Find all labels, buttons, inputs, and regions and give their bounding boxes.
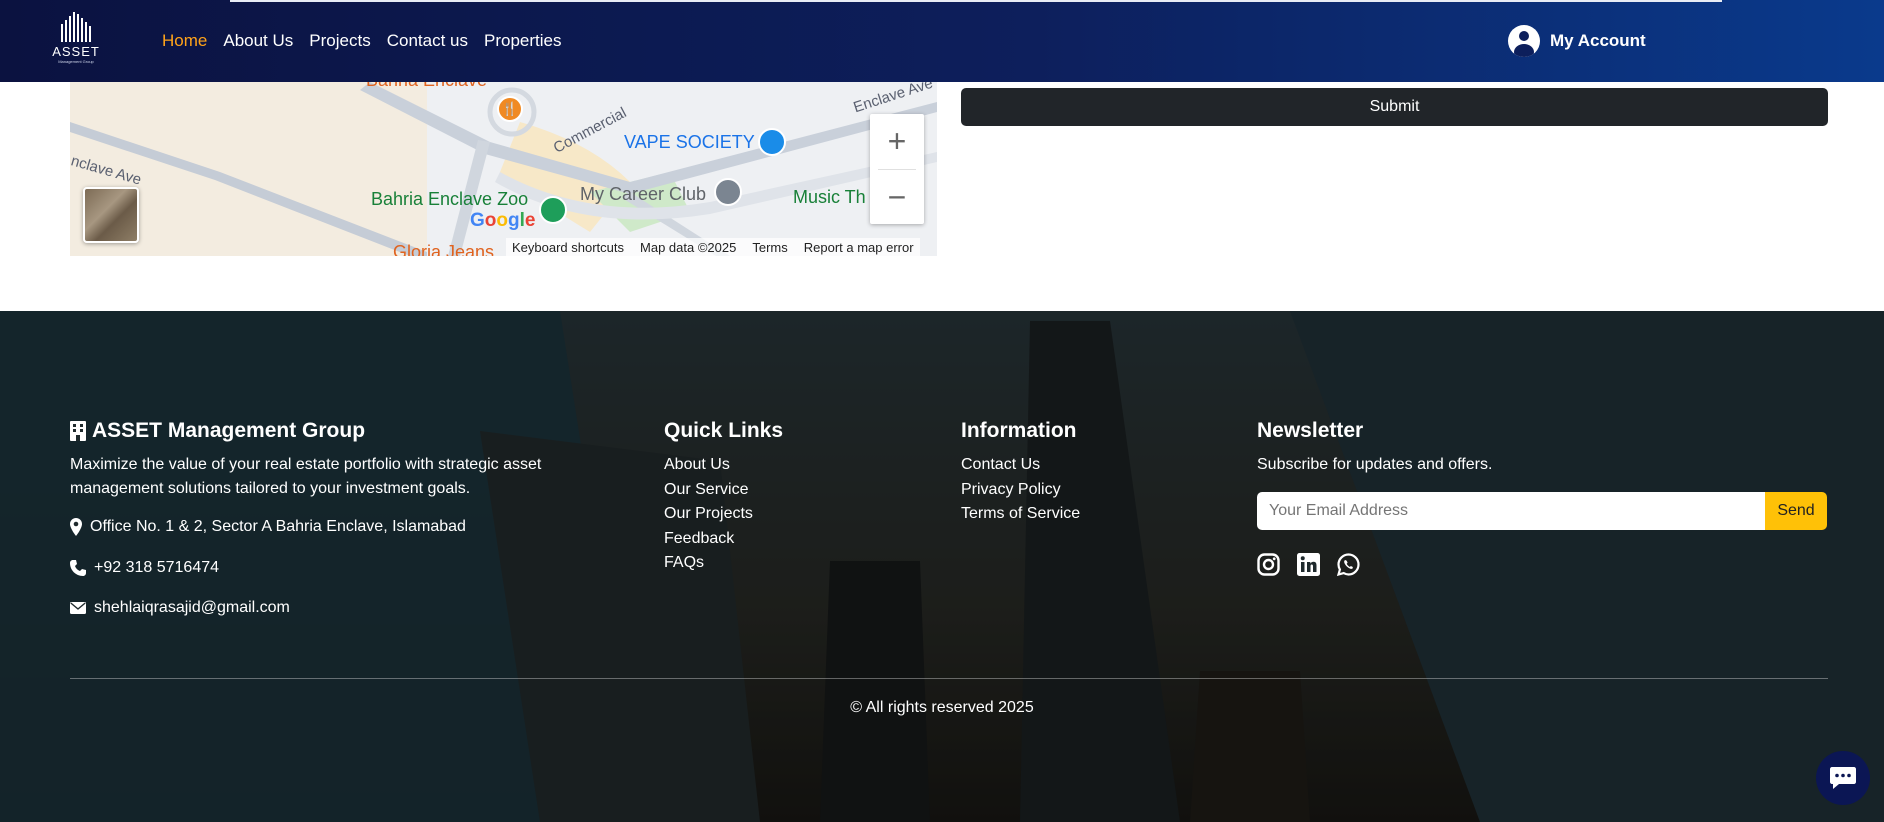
footer-information-column: Information Contact Us Privacy Policy Te… — [961, 419, 1080, 527]
submit-button[interactable]: Submit — [961, 88, 1828, 126]
place-pin-icon[interactable] — [714, 178, 742, 206]
footer-link-our-projects[interactable]: Our Projects — [664, 502, 783, 527]
footer-divider — [70, 678, 1828, 679]
map-place-bahria-enclave: Bahria Enclave — [366, 82, 487, 91]
nav-link-about-us[interactable]: About Us — [223, 31, 293, 51]
zoom-in-button[interactable]: + — [870, 114, 924, 169]
chat-bubble-icon — [1830, 767, 1856, 789]
map-data-label: Map data ©2025 — [640, 239, 737, 255]
instagram-icon[interactable] — [1257, 553, 1280, 576]
footer-information-heading: Information — [961, 419, 1077, 442]
zoo-pin-icon[interactable] — [539, 196, 567, 224]
newsletter-email-input[interactable] — [1257, 492, 1765, 530]
envelope-icon — [70, 602, 86, 614]
footer-link-feedback[interactable]: Feedback — [664, 527, 783, 552]
navbar: ASSET Management Group Home About Us Pro… — [0, 0, 1884, 82]
map-place-vape-society: VAPE SOCIETY — [624, 132, 755, 152]
map-zoom-control: + − — [870, 114, 924, 224]
footer-quick-links-column: Quick Links About Us Our Service Our Pro… — [664, 419, 783, 576]
footer-link-about-us[interactable]: About Us — [664, 453, 783, 478]
footer: ASSET Management Group Maximize the valu… — [0, 311, 1884, 822]
footer-link-privacy-policy[interactable]: Privacy Policy — [961, 478, 1080, 503]
restaurant-pin-icon[interactable]: 🍴 — [497, 96, 523, 122]
map-place-gloria-jeans: Gloria Jeans — [393, 242, 495, 256]
footer-company-title: ASSET Management Group — [92, 419, 366, 442]
map-place-music: Music Th — [793, 187, 866, 207]
phone-icon — [70, 560, 86, 576]
footer-link-contact-us[interactable]: Contact Us — [961, 453, 1080, 478]
footer-newsletter-heading: Newsletter — [1257, 419, 1364, 442]
shopping-pin-icon[interactable] — [758, 128, 786, 156]
footer-quick-links-list: About Us Our Service Our Projects Feedba… — [664, 453, 783, 576]
nav-link-home[interactable]: Home — [162, 31, 207, 51]
footer-company-column: ASSET Management Group Maximize the valu… — [70, 419, 590, 501]
keyboard-shortcuts-link[interactable]: Keyboard shortcuts — [512, 240, 624, 255]
footer-information-list: Contact Us Privacy Policy Terms of Servi… — [961, 453, 1080, 527]
report-map-error-link[interactable]: Report a map error — [804, 240, 914, 255]
footer-email-text: shehlaiqrasajid@gmail.com — [94, 599, 290, 616]
footer-newsletter-column: Newsletter Subscribe for updates and off… — [1257, 419, 1492, 477]
footer-address: Office No. 1 & 2, Sector A Bahria Enclav… — [70, 518, 466, 536]
google-logo: Google — [470, 210, 536, 231]
building-icon — [70, 421, 86, 441]
logo-building-icon — [61, 12, 91, 42]
logo[interactable]: ASSET Management Group — [48, 12, 104, 68]
logo-text: ASSET — [52, 44, 100, 59]
footer-link-terms-of-service[interactable]: Terms of Service — [961, 502, 1080, 527]
my-account-label: My Account — [1550, 31, 1646, 50]
footer-quick-links-heading: Quick Links — [664, 419, 784, 442]
satellite-toggle-button[interactable] — [83, 187, 139, 243]
footer-company-heading: ASSET Management Group — [70, 419, 590, 443]
map-place-zoo: Bahria Enclave Zoo — [371, 189, 529, 209]
footer-overlay — [0, 311, 1884, 822]
newsletter-send-button[interactable]: Send — [1765, 492, 1827, 530]
social-links — [1257, 553, 1360, 577]
nav-link-contact-us[interactable]: Contact us — [387, 31, 468, 51]
footer-copyright: © All rights reserved 2025 — [850, 699, 1034, 716]
user-avatar-icon — [1508, 25, 1540, 57]
newsletter-form: Send — [1257, 492, 1827, 530]
map-place-career-club: My Career Club — [580, 184, 707, 204]
footer-link-our-service[interactable]: Our Service — [664, 478, 783, 503]
footer-newsletter-subtitle: Subscribe for updates and offers. — [1257, 456, 1493, 473]
footer-phone[interactable]: +92 318 5716474 — [70, 559, 219, 577]
nav-link-projects[interactable]: Projects — [309, 31, 370, 51]
footer-link-faqs[interactable]: FAQs — [664, 551, 783, 576]
logo-subtext: Management Group — [58, 59, 94, 64]
location-pin-icon — [70, 518, 82, 536]
google-map[interactable]: Bahria Enclave 🍴 Commercial nclave Ave E… — [70, 82, 937, 256]
footer-email[interactable]: shehlaiqrasajid@gmail.com — [70, 599, 290, 617]
map-attribution: Keyboard shortcuts Map data ©2025 Terms … — [506, 238, 920, 256]
terms-link[interactable]: Terms — [752, 240, 787, 255]
whatsapp-icon[interactable] — [1336, 553, 1360, 577]
footer-address-text: Office No. 1 & 2, Sector A Bahria Enclav… — [90, 518, 466, 535]
footer-company-description: Maximize the value of your real estate p… — [70, 456, 542, 497]
nav-links: Home About Us Projects Contact us Proper… — [162, 31, 561, 51]
chat-button[interactable] — [1816, 751, 1870, 805]
linkedin-icon[interactable] — [1297, 553, 1320, 576]
nav-link-properties[interactable]: Properties — [484, 31, 561, 51]
zoom-out-button[interactable]: − — [870, 170, 924, 225]
my-account-button[interactable]: My Account — [1508, 25, 1646, 57]
footer-phone-text: +92 318 5716474 — [94, 559, 220, 576]
